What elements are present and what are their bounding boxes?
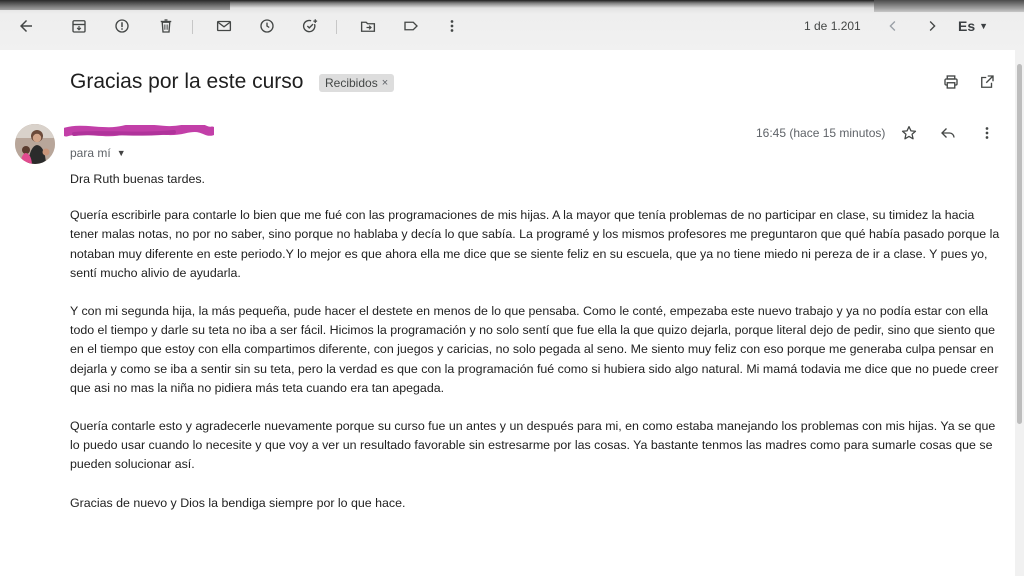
scrollbar-thumb[interactable]: [1017, 64, 1022, 424]
message-toolbar: 1 de 1.201 Es ▼: [0, 8, 1024, 44]
mark-unread-icon[interactable]: [212, 14, 236, 38]
input-language-selector[interactable]: Es ▼: [958, 18, 988, 34]
delete-icon[interactable]: [154, 14, 178, 38]
body-paragraph: Y con mi segunda hija, la más pequeña, p…: [70, 304, 999, 395]
sender-avatar[interactable]: [15, 124, 55, 164]
toolbar-divider: [192, 20, 193, 34]
chevron-down-icon[interactable]: ▼: [117, 148, 126, 158]
open-new-window-icon[interactable]: [977, 72, 997, 92]
recipient-label: para mí: [70, 146, 111, 160]
email-body: Dra Ruth buenas tardes. Quería escribirl…: [70, 170, 1000, 532]
body-paragraph: Quería contarle esto y agradecerle nueva…: [70, 419, 996, 472]
body-closing: Gracias de nuevo y Dios la bendiga siemp…: [70, 495, 406, 510]
redacted-sender-name: [64, 125, 214, 137]
scrollbar[interactable]: [1015, 50, 1024, 576]
body-greeting: Dra Ruth buenas tardes.: [70, 172, 205, 186]
newer-chevron-icon[interactable]: [881, 14, 905, 38]
more-vert-icon[interactable]: [440, 14, 464, 38]
message-timestamp: 16:45 (hace 15 minutos): [756, 126, 886, 140]
remove-label-icon[interactable]: ×: [382, 77, 388, 89]
email-subject: Gracias por la este curso: [70, 70, 304, 93]
snooze-icon[interactable]: [255, 14, 279, 38]
label-chip-text: Recibidos: [325, 76, 378, 90]
print-icon[interactable]: [941, 72, 961, 92]
more-vert-icon[interactable]: [977, 123, 997, 143]
recipient-details[interactable]: para mí ▼: [70, 146, 126, 160]
reply-icon[interactable]: [938, 123, 958, 143]
star-icon[interactable]: [899, 123, 919, 143]
label-icon[interactable]: [399, 14, 423, 38]
report-spam-icon[interactable]: [110, 14, 134, 38]
chevron-down-icon: ▼: [979, 21, 989, 31]
back-arrow-icon[interactable]: [14, 14, 38, 38]
inbox-label-chip[interactable]: Recibidos ×: [319, 74, 395, 92]
body-paragraph: Quería escribirle para contarle lo bien …: [70, 208, 1000, 280]
archive-icon[interactable]: [67, 14, 91, 38]
toolbar-divider: [336, 20, 337, 34]
move-to-icon[interactable]: [356, 14, 380, 38]
language-label: Es: [958, 18, 976, 34]
add-task-icon[interactable]: [298, 14, 322, 38]
page-counter: 1 de 1.201: [804, 19, 861, 33]
older-chevron-icon[interactable]: [920, 14, 944, 38]
